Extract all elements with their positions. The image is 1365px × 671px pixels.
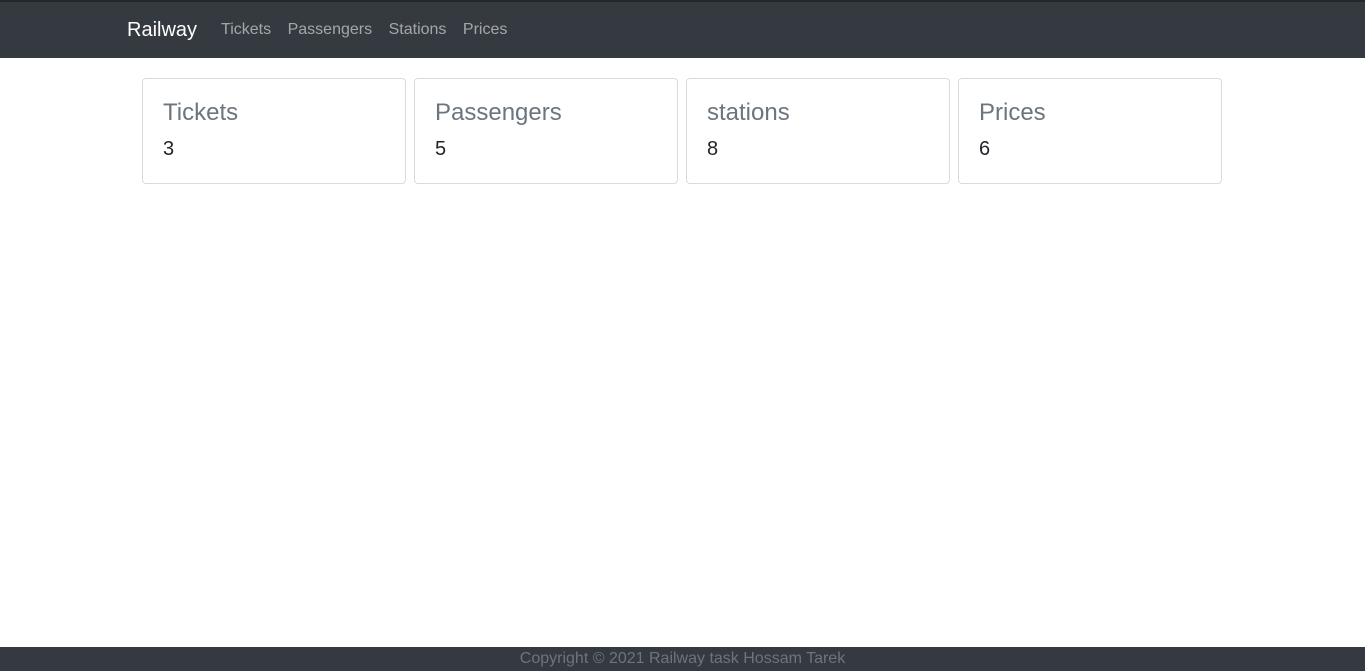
nav-link-passengers[interactable]: Passengers [288, 22, 373, 38]
card-value: 6 [979, 138, 991, 160]
nav-link-tickets[interactable]: Tickets [221, 22, 271, 38]
nav-links: Tickets Passengers Stations Prices [221, 22, 524, 38]
card-title: Passengers [435, 99, 562, 126]
card-title: stations [707, 99, 790, 126]
brand-link[interactable]: Railway [127, 20, 197, 40]
navbar-content: Railway Tickets Passengers Stations Pric… [127, 2, 524, 58]
tickets-card: Tickets 3 [142, 78, 406, 184]
nav-link-stations[interactable]: Stations [389, 22, 447, 38]
summary-cards: Tickets 3 Passengers 5 stations 8 Prices… [142, 78, 1222, 184]
card-value: 3 [163, 138, 175, 160]
stations-card: stations 8 [686, 78, 950, 184]
copyright-text: Copyright © 2021 Railway task Hossam Tar… [519, 650, 846, 667]
card-value: 5 [435, 138, 447, 160]
card-title: Tickets [163, 99, 239, 126]
prices-card: Prices 6 [958, 78, 1222, 184]
card-title: Prices [979, 99, 1046, 126]
passengers-card: Passengers 5 [414, 78, 678, 184]
nav-link-prices[interactable]: Prices [463, 22, 507, 38]
card-value: 8 [707, 138, 719, 160]
page-footer: Copyright © 2021 Railway task Hossam Tar… [0, 647, 1365, 671]
top-navbar: Railway Tickets Passengers Stations Pric… [0, 0, 1365, 58]
